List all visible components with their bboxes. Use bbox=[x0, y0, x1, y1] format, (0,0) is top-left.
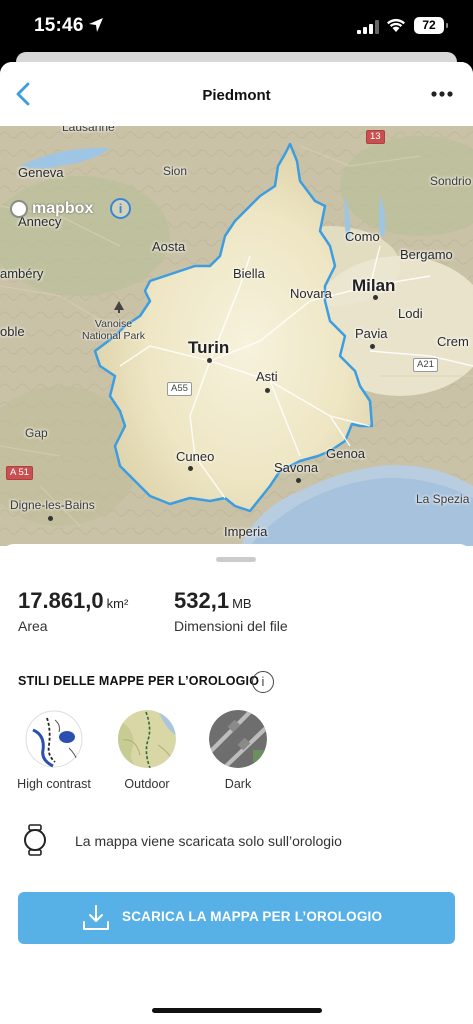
map-label-lodi: Lodi bbox=[398, 306, 423, 321]
map-canvas bbox=[0, 126, 473, 546]
battery-indicator: 72 bbox=[414, 17, 448, 34]
high-contrast-label: High contrast bbox=[17, 777, 91, 791]
file-size-unit: MB bbox=[232, 596, 252, 611]
road-shield: A 51 bbox=[6, 466, 34, 480]
more-options-button[interactable] bbox=[429, 84, 455, 104]
map-label-sion: Sion bbox=[163, 164, 188, 178]
file-size-label: Dimensioni del file bbox=[174, 618, 288, 634]
dark-thumbnail bbox=[209, 710, 267, 768]
watch-icon bbox=[24, 824, 46, 856]
city-dot bbox=[373, 295, 378, 300]
more-horizontal-icon bbox=[431, 91, 453, 97]
map-label-cuneo: Cuneo bbox=[176, 449, 215, 464]
map-label-cremona: Crem bbox=[437, 334, 469, 349]
region-details-panel: 17.861,0 km² Area 532,1 MB Dimensioni del … bbox=[0, 544, 473, 1024]
map-label-laspezia: La Spezia bbox=[416, 492, 470, 506]
map-label-imperia: Imperia bbox=[224, 524, 268, 539]
city-dot bbox=[188, 466, 193, 471]
home-indicator[interactable] bbox=[152, 1008, 322, 1013]
map-label-turin: Turin bbox=[188, 338, 230, 357]
mapbox-icon bbox=[10, 200, 28, 218]
city-dot bbox=[48, 516, 53, 521]
area-unit: km² bbox=[106, 596, 129, 611]
map-label-asti: Asti bbox=[256, 369, 278, 384]
map-info-button[interactable]: i bbox=[110, 198, 131, 219]
sheet-grabber[interactable] bbox=[216, 557, 256, 562]
map-label-vanoise: Vanoise National Park bbox=[82, 318, 146, 342]
map-label-lausanne: Lausanne bbox=[62, 126, 115, 134]
download-icon bbox=[83, 905, 109, 930]
map-label-genoa: Genoa bbox=[326, 446, 366, 461]
map-styles-title: STILI DELLE MAPPE PER L’OROLOGIO bbox=[18, 674, 260, 688]
map-label-bergamo: Bergamo bbox=[400, 247, 453, 262]
road-shield: A55 bbox=[167, 382, 192, 396]
map-label-savona: Savona bbox=[274, 460, 319, 475]
city-dot bbox=[370, 344, 375, 349]
road-shield: 13 bbox=[366, 130, 385, 144]
map-label-pavia: Pavia bbox=[355, 326, 388, 341]
area-stat: 17.861,0 km² Area bbox=[18, 588, 128, 634]
road-shield: A21 bbox=[413, 358, 438, 372]
city-dot bbox=[296, 478, 301, 483]
watch-note-text: La mappa viene scaricata solo sull’orolo… bbox=[75, 833, 342, 849]
outdoor-thumbnail bbox=[118, 710, 176, 768]
nav-bar: Piedmont bbox=[0, 62, 473, 126]
dark-label: Dark bbox=[224, 777, 252, 791]
map-style-high-contrast[interactable]: High contrast bbox=[9, 710, 99, 792]
map-label-geneva: Geneva bbox=[18, 165, 64, 180]
map-label-gap: Gap bbox=[25, 426, 48, 440]
city-dot bbox=[265, 388, 270, 393]
info-icon: i bbox=[261, 674, 265, 689]
cellular-signal-icon bbox=[357, 20, 379, 34]
map-label-digne: Digne-les-Bains bbox=[10, 498, 95, 512]
info-icon: i bbox=[118, 201, 123, 216]
mapbox-logo[interactable]: mapbox bbox=[10, 198, 93, 220]
map-label-como: Como bbox=[345, 229, 380, 244]
region-card: Piedmont Lausanne Geneva Sion Annecy Aos… bbox=[0, 62, 473, 1024]
map-label-biella: Biella bbox=[233, 266, 265, 281]
file-size-value: 532,1 bbox=[174, 588, 230, 613]
wifi-icon bbox=[387, 18, 405, 32]
area-value: 17.861,0 bbox=[18, 588, 104, 613]
area-label: Area bbox=[18, 618, 48, 634]
map-label-sondrio: Sondrio bbox=[430, 174, 472, 188]
page-title: Piedmont bbox=[202, 87, 271, 104]
map-label-noble: oble bbox=[0, 324, 25, 339]
city-dot bbox=[207, 358, 212, 363]
mapbox-text: mapbox bbox=[32, 200, 94, 217]
map-style-dark[interactable]: Dark bbox=[193, 710, 283, 792]
outdoor-label: Outdoor bbox=[124, 777, 170, 791]
map-label-aosta: Aosta bbox=[152, 239, 186, 254]
file-size-stat: 532,1 MB Dimensioni del file bbox=[174, 588, 288, 634]
map-style-outdoor[interactable]: Outdoor bbox=[102, 710, 192, 792]
download-button-label: SCARICA LA MAPPA PER L’OROLOGIO bbox=[122, 909, 383, 924]
high-contrast-thumbnail bbox=[25, 710, 83, 768]
map-label-chambery: ambéry bbox=[0, 266, 44, 281]
map-label-novara: Novara bbox=[290, 286, 332, 301]
location-arrow-icon bbox=[89, 18, 103, 32]
status-bar: 15:46 72 bbox=[0, 0, 473, 52]
status-time: 15:46 bbox=[34, 15, 84, 36]
map-label-milan: Milan bbox=[352, 276, 396, 295]
download-map-button[interactable]: SCARICA LA MAPPA PER L’OROLOGIO bbox=[18, 892, 455, 944]
region-map[interactable]: Lausanne Geneva Sion Annecy Aosta ambéry… bbox=[0, 126, 473, 546]
map-styles-info-button[interactable]: i bbox=[252, 671, 274, 693]
